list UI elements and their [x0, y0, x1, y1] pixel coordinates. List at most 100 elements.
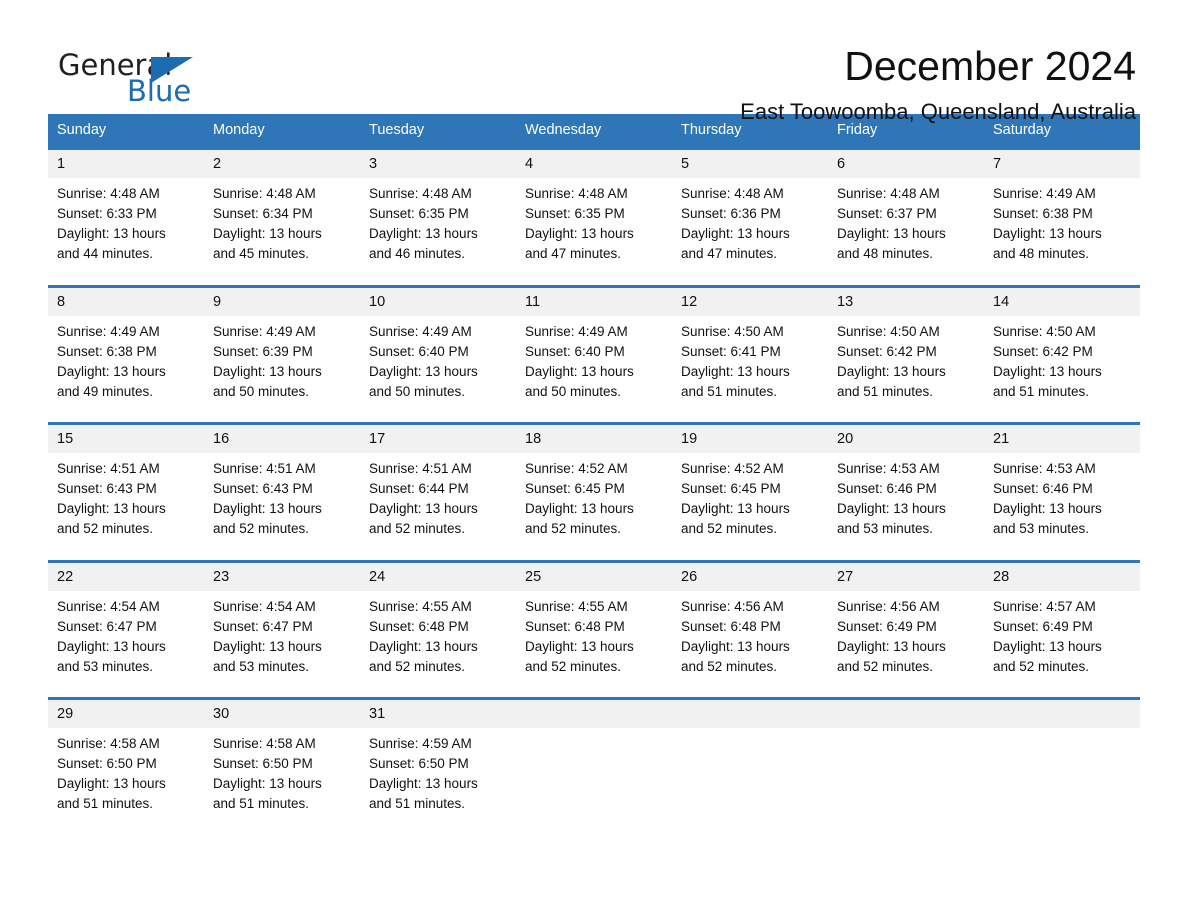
day-detail-line: Daylight: 13 hours [57, 226, 166, 241]
day-number-16[interactable]: 16 [204, 422, 360, 453]
day-number-25[interactable]: 25 [516, 559, 672, 591]
day-detail-line: Sunset: 6:35 PM [525, 206, 625, 221]
day-number-4[interactable]: 4 [516, 147, 672, 178]
day-detail-line: Sunrise: 4:58 AM [213, 736, 316, 751]
day-number-9[interactable]: 9 [204, 284, 360, 316]
weekday-header-sunday: Sunday [48, 114, 204, 149]
day-detail-line: Daylight: 13 hours [213, 226, 322, 241]
generalblue-logo[interactable]: General Blue [48, 45, 208, 115]
day-detail-empty [984, 728, 1140, 836]
day-detail-line: Daylight: 13 hours [57, 638, 166, 654]
day-number-5[interactable]: 5 [672, 147, 828, 178]
day-number-20[interactable]: 20 [828, 422, 984, 453]
day-detail-16[interactable]: Sunrise: 4:51 AM Sunset: 6:43 PM Daylight:… [204, 453, 360, 561]
location-subtitle: East Toowoomba, Queensland, Australia [740, 99, 1136, 125]
weekday-header-wednesday: Wednesday [516, 114, 672, 149]
day-detail-line: Daylight: 13 hours [57, 363, 166, 379]
day-number-29[interactable]: 29 [48, 697, 204, 728]
day-detail-6[interactable]: Sunrise: 4:48 AM Sunset: 6:37 PM Daylight:… [828, 178, 984, 286]
day-number-3[interactable]: 3 [360, 147, 516, 178]
day-detail-line: Sunrise: 4:48 AM [681, 186, 784, 201]
day-detail-19[interactable]: Sunrise: 4:52 AM Sunset: 6:45 PM Daylight:… [672, 453, 828, 561]
day-detail-24[interactable]: Sunrise: 4:55 AM Sunset: 6:48 PM Daylight:… [360, 590, 516, 699]
day-detail-line: Daylight: 13 hours [837, 226, 946, 241]
day-detail-line: and 52 minutes. [837, 658, 934, 674]
day-detail-line: and 52 minutes. [525, 521, 622, 536]
day-number-18[interactable]: 18 [516, 422, 672, 453]
day-detail-line: Sunrise: 4:48 AM [213, 186, 316, 201]
day-number-19[interactable]: 19 [672, 422, 828, 453]
day-detail-line: and 51 minutes. [213, 796, 310, 811]
day-detail-26[interactable]: Sunrise: 4:56 AM Sunset: 6:48 PM Daylight:… [672, 590, 828, 699]
day-number-27[interactable]: 27 [828, 559, 984, 591]
day-detail-12[interactable]: Sunrise: 4:50 AM Sunset: 6:41 PM Daylight:… [672, 315, 828, 424]
day-number-28[interactable]: 28 [984, 559, 1140, 591]
day-detail-line: Daylight: 13 hours [369, 638, 478, 654]
day-number-26[interactable]: 26 [672, 559, 828, 591]
day-detail-13[interactable]: Sunrise: 4:50 AM Sunset: 6:42 PM Daylight:… [828, 315, 984, 424]
day-detail-29[interactable]: Sunrise: 4:58 AM Sunset: 6:50 PM Daylight:… [48, 728, 204, 836]
day-number-12[interactable]: 12 [672, 284, 828, 316]
day-detail-11[interactable]: Sunrise: 4:49 AM Sunset: 6:40 PM Daylight:… [516, 315, 672, 424]
day-detail-28[interactable]: Sunrise: 4:57 AM Sunset: 6:49 PM Daylight:… [984, 590, 1140, 699]
day-detail-14[interactable]: Sunrise: 4:50 AM Sunset: 6:42 PM Daylight:… [984, 315, 1140, 424]
day-detail-line: Sunset: 6:40 PM [525, 343, 625, 359]
day-detail-line: Sunset: 6:48 PM [369, 618, 469, 634]
day-number-empty [672, 697, 828, 728]
day-number-15[interactable]: 15 [48, 422, 204, 453]
day-number-7[interactable]: 7 [984, 147, 1140, 178]
day-detail-21[interactable]: Sunrise: 4:53 AM Sunset: 6:46 PM Daylight:… [984, 453, 1140, 561]
day-detail-4[interactable]: Sunrise: 4:48 AM Sunset: 6:35 PM Daylight:… [516, 178, 672, 286]
day-detail-line: Sunrise: 4:55 AM [525, 598, 628, 614]
day-detail-line: Sunrise: 4:49 AM [525, 323, 628, 339]
day-number-17[interactable]: 17 [360, 422, 516, 453]
day-detail-9[interactable]: Sunrise: 4:49 AM Sunset: 6:39 PM Daylight:… [204, 315, 360, 424]
day-number-21[interactable]: 21 [984, 422, 1140, 453]
day-detail-empty [828, 728, 984, 836]
day-detail-line: Sunrise: 4:57 AM [993, 598, 1096, 614]
day-detail-3[interactable]: Sunrise: 4:48 AM Sunset: 6:35 PM Daylight:… [360, 178, 516, 286]
day-number-24[interactable]: 24 [360, 559, 516, 591]
day-detail-line: Sunset: 6:38 PM [993, 206, 1093, 221]
day-detail-7[interactable]: Sunrise: 4:49 AM Sunset: 6:38 PM Daylight:… [984, 178, 1140, 286]
day-detail-line: Daylight: 13 hours [213, 363, 322, 379]
day-detail-2[interactable]: Sunrise: 4:48 AM Sunset: 6:34 PM Daylight:… [204, 178, 360, 286]
logo-word-blue: Blue [127, 74, 192, 108]
day-detail-31[interactable]: Sunrise: 4:59 AM Sunset: 6:50 PM Daylight:… [360, 728, 516, 836]
day-detail-line: Sunrise: 4:48 AM [57, 186, 160, 201]
day-detail-25[interactable]: Sunrise: 4:55 AM Sunset: 6:48 PM Daylight:… [516, 590, 672, 699]
day-detail-line: Sunset: 6:41 PM [681, 343, 781, 359]
day-number-14[interactable]: 14 [984, 284, 1140, 316]
day-detail-line: Sunrise: 4:49 AM [369, 323, 472, 339]
day-detail-23[interactable]: Sunrise: 4:54 AM Sunset: 6:47 PM Daylight:… [204, 590, 360, 699]
day-number-23[interactable]: 23 [204, 559, 360, 591]
day-number-11[interactable]: 11 [516, 284, 672, 316]
day-detail-22[interactable]: Sunrise: 4:54 AM Sunset: 6:47 PM Daylight:… [48, 590, 204, 699]
day-number-8[interactable]: 8 [48, 284, 204, 316]
day-detail-8[interactable]: Sunrise: 4:49 AM Sunset: 6:38 PM Daylight:… [48, 315, 204, 424]
day-number-31[interactable]: 31 [360, 697, 516, 728]
day-detail-17[interactable]: Sunrise: 4:51 AM Sunset: 6:44 PM Daylight:… [360, 453, 516, 561]
day-detail-line: and 52 minutes. [525, 658, 622, 674]
day-detail-line: Daylight: 13 hours [525, 638, 634, 654]
day-detail-27[interactable]: Sunrise: 4:56 AM Sunset: 6:49 PM Daylight:… [828, 590, 984, 699]
day-detail-line: Sunrise: 4:48 AM [525, 186, 628, 201]
day-number-10[interactable]: 10 [360, 284, 516, 316]
day-number-6[interactable]: 6 [828, 147, 984, 178]
day-number-22[interactable]: 22 [48, 559, 204, 591]
day-number-30[interactable]: 30 [204, 697, 360, 728]
day-detail-1[interactable]: Sunrise: 4:48 AM Sunset: 6:33 PM Daylight:… [48, 178, 204, 286]
day-detail-20[interactable]: Sunrise: 4:53 AM Sunset: 6:46 PM Daylight:… [828, 453, 984, 561]
day-detail-30[interactable]: Sunrise: 4:58 AM Sunset: 6:50 PM Daylight:… [204, 728, 360, 836]
day-detail-line: Sunrise: 4:52 AM [525, 461, 628, 476]
day-detail-18[interactable]: Sunrise: 4:52 AM Sunset: 6:45 PM Daylight:… [516, 453, 672, 561]
day-detail-15[interactable]: Sunrise: 4:51 AM Sunset: 6:43 PM Daylight:… [48, 453, 204, 561]
day-detail-line: and 47 minutes. [681, 246, 778, 261]
day-number-1[interactable]: 1 [48, 147, 204, 178]
day-detail-5[interactable]: Sunrise: 4:48 AM Sunset: 6:36 PM Daylight:… [672, 178, 828, 286]
day-number-2[interactable]: 2 [204, 147, 360, 178]
day-detail-line: and 52 minutes. [369, 658, 466, 674]
day-number-13[interactable]: 13 [828, 284, 984, 316]
day-detail-line: and 51 minutes. [681, 383, 778, 399]
day-detail-10[interactable]: Sunrise: 4:49 AM Sunset: 6:40 PM Daylight:… [360, 315, 516, 424]
